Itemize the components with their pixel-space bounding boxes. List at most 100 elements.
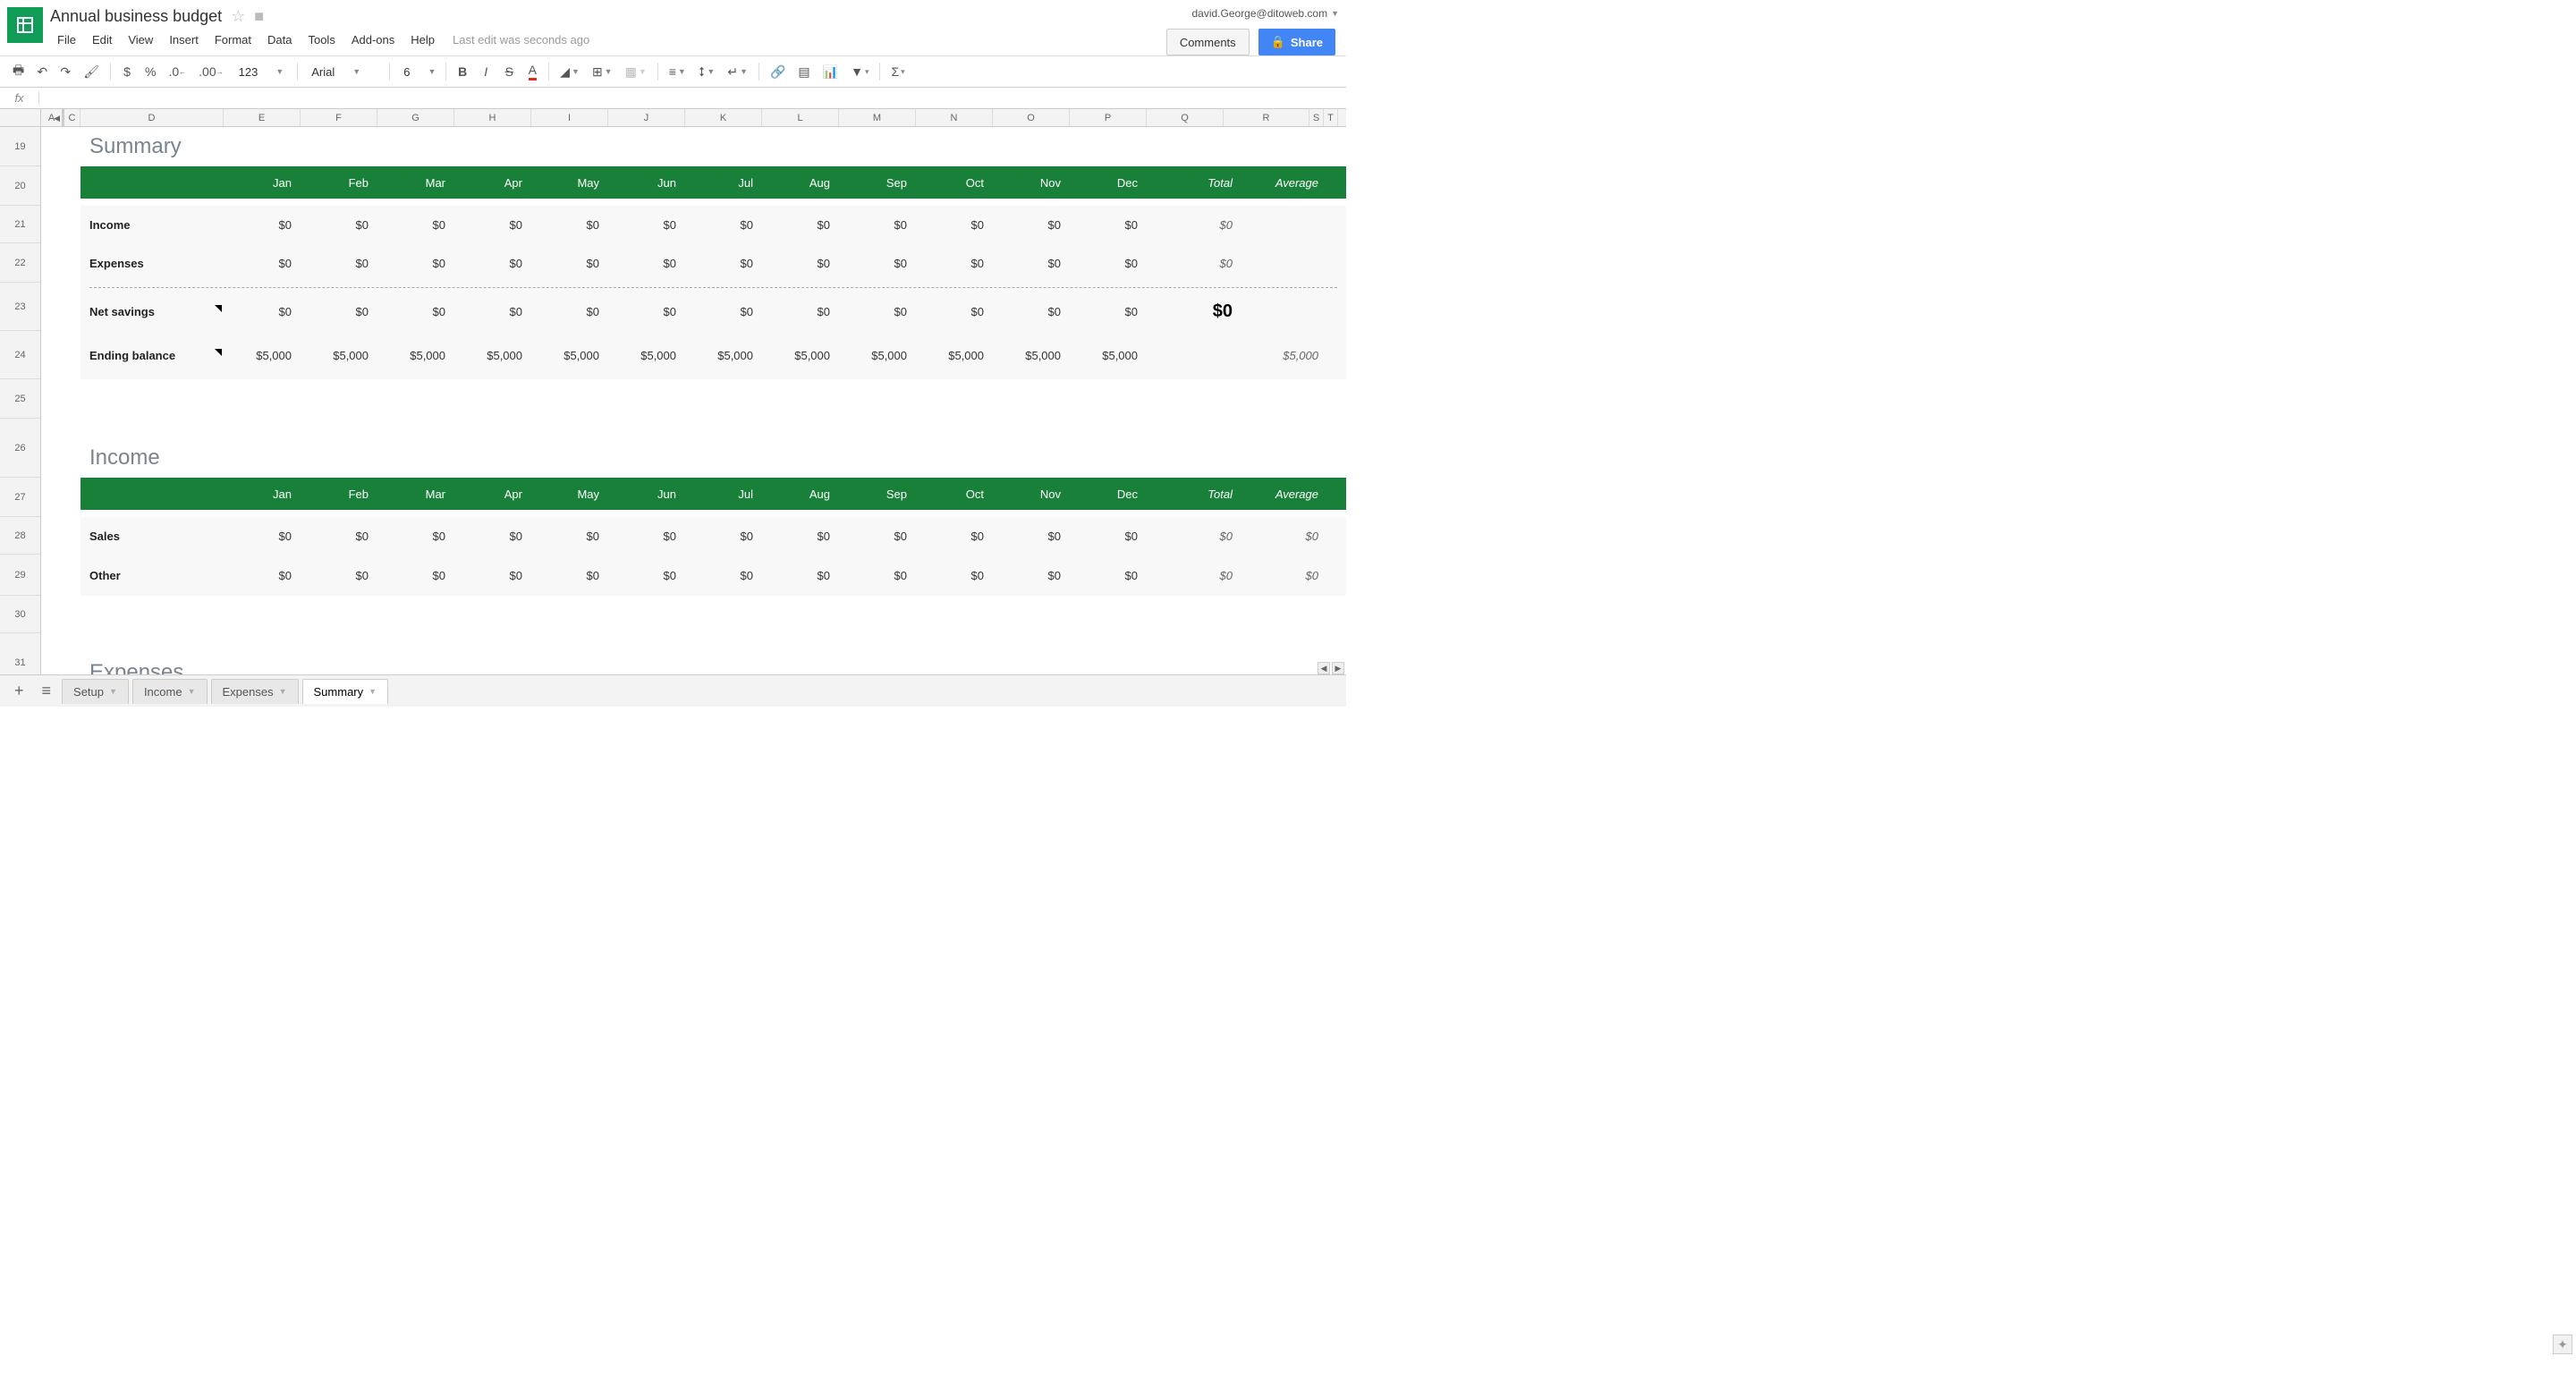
- number-format-select[interactable]: 123▼: [231, 63, 292, 81]
- average-cell[interactable]: $0: [1241, 530, 1327, 543]
- value-cell[interactable]: $0: [377, 218, 454, 232]
- redo-icon[interactable]: ↷: [55, 60, 76, 83]
- value-cell[interactable]: $0: [762, 530, 839, 543]
- caret-down-icon[interactable]: ▼: [109, 687, 117, 696]
- value-cell[interactable]: $0: [377, 257, 454, 270]
- data-row[interactable]: Expenses$0$0$0$0$0$0$0$0$0$0$0$0$0: [80, 243, 1346, 283]
- total-cell[interactable]: $0: [1147, 530, 1241, 543]
- filter-icon[interactable]: ▼▾: [845, 60, 874, 83]
- value-cell[interactable]: $0: [762, 569, 839, 582]
- value-cell[interactable]: $0: [377, 569, 454, 582]
- value-cell[interactable]: $0: [685, 218, 762, 232]
- print-icon[interactable]: 🖶: [7, 60, 30, 83]
- value-cell[interactable]: $5,000: [1070, 349, 1147, 362]
- sheet-tab-income[interactable]: Income▼: [132, 679, 208, 704]
- user-account[interactable]: david.George@ditoweb.com ▼: [1191, 7, 1339, 20]
- value-cell[interactable]: $0: [839, 305, 916, 318]
- value-cell[interactable]: $5,000: [454, 349, 531, 362]
- value-cell[interactable]: $0: [301, 530, 377, 543]
- text-color-icon[interactable]: A: [521, 60, 543, 83]
- value-cell[interactable]: $0: [608, 218, 685, 232]
- value-cell[interactable]: $0: [454, 218, 531, 232]
- row-header[interactable]: 20: [0, 166, 40, 206]
- column-header[interactable]: Q: [1147, 109, 1224, 126]
- value-cell[interactable]: $0: [608, 569, 685, 582]
- column-header[interactable]: R: [1224, 109, 1309, 126]
- borders-icon[interactable]: ⊞▼: [587, 60, 618, 83]
- document-title[interactable]: Annual business budget: [50, 7, 222, 26]
- column-header[interactable]: N: [916, 109, 993, 126]
- row-header[interactable]: 30: [0, 596, 40, 633]
- increase-decimal-icon[interactable]: .00→: [193, 60, 228, 83]
- value-cell[interactable]: $0: [454, 257, 531, 270]
- row-header[interactable]: 24: [0, 331, 40, 379]
- value-cell[interactable]: $0: [531, 530, 608, 543]
- value-cell[interactable]: $0: [608, 305, 685, 318]
- value-cell[interactable]: $0: [993, 530, 1070, 543]
- scroll-right-icon[interactable]: ▶: [1332, 662, 1344, 674]
- value-cell[interactable]: $0: [916, 218, 993, 232]
- average-cell[interactable]: $0: [1241, 569, 1327, 582]
- sheet-tab-setup[interactable]: Setup▼: [62, 679, 129, 704]
- total-cell[interactable]: $0: [1147, 257, 1241, 270]
- value-cell[interactable]: $0: [916, 257, 993, 270]
- value-cell[interactable]: $0: [993, 257, 1070, 270]
- value-cell[interactable]: $0: [685, 257, 762, 270]
- value-cell[interactable]: $0: [839, 218, 916, 232]
- star-icon[interactable]: ☆: [231, 7, 245, 26]
- data-row[interactable]: Other$0$0$0$0$0$0$0$0$0$0$0$0$0$0: [80, 555, 1346, 596]
- value-cell[interactable]: $0: [916, 530, 993, 543]
- caret-down-icon[interactable]: ▼: [188, 687, 196, 696]
- value-cell[interactable]: $5,000: [377, 349, 454, 362]
- column-header[interactable]: L: [762, 109, 839, 126]
- bold-icon[interactable]: B: [452, 60, 473, 83]
- value-cell[interactable]: $0: [1070, 569, 1147, 582]
- row-header[interactable]: 27: [0, 478, 40, 517]
- font-select[interactable]: Arial▼: [303, 63, 384, 81]
- total-cell[interactable]: $0: [1147, 301, 1241, 322]
- all-sheets-icon[interactable]: ≡: [35, 676, 59, 706]
- value-cell[interactable]: $0: [993, 218, 1070, 232]
- text-wrap-icon[interactable]: ↵▼: [722, 60, 753, 83]
- caret-down-icon[interactable]: ▼: [279, 687, 287, 696]
- column-header[interactable]: T: [1324, 109, 1338, 126]
- column-header[interactable]: J: [608, 109, 685, 126]
- fill-color-icon[interactable]: ◢▼: [555, 60, 585, 83]
- horizontal-scrollbar[interactable]: ◀ ▶: [82, 662, 1346, 674]
- italic-icon[interactable]: I: [475, 60, 496, 83]
- value-cell[interactable]: $0: [301, 257, 377, 270]
- data-row[interactable]: Net savings$0$0$0$0$0$0$0$0$0$0$0$0$0: [80, 292, 1346, 331]
- decrease-decimal-icon[interactable]: .0←: [163, 60, 191, 83]
- column-header[interactable]: G: [377, 109, 454, 126]
- column-header[interactable]: C: [64, 109, 80, 126]
- total-cell[interactable]: $0: [1147, 569, 1241, 582]
- comments-button[interactable]: Comments: [1166, 29, 1250, 55]
- fx-icon[interactable]: fx: [0, 91, 39, 105]
- column-header[interactable]: K: [685, 109, 762, 126]
- data-row[interactable]: Ending balance$5,000$5,000$5,000$5,000$5…: [80, 331, 1346, 379]
- column-header[interactable]: A◀: [41, 109, 64, 126]
- column-header[interactable]: F: [301, 109, 377, 126]
- row-header[interactable]: 29: [0, 555, 40, 596]
- insert-link-icon[interactable]: 🔗: [765, 60, 791, 83]
- value-cell[interactable]: $0: [454, 305, 531, 318]
- value-cell[interactable]: $0: [762, 305, 839, 318]
- value-cell[interactable]: $5,000: [916, 349, 993, 362]
- add-sheet-icon[interactable]: +: [7, 676, 31, 706]
- value-cell[interactable]: $0: [839, 257, 916, 270]
- value-cell[interactable]: $0: [454, 569, 531, 582]
- value-cell[interactable]: $0: [1070, 257, 1147, 270]
- horizontal-align-icon[interactable]: ≡▼: [664, 60, 691, 83]
- value-cell[interactable]: $5,000: [301, 349, 377, 362]
- vertical-align-icon[interactable]: ⭥▼: [693, 60, 720, 83]
- row-header[interactable]: 31: [0, 633, 40, 674]
- value-cell[interactable]: $0: [1070, 530, 1147, 543]
- value-cell[interactable]: $5,000: [685, 349, 762, 362]
- row-header[interactable]: 26: [0, 419, 40, 478]
- column-header[interactable]: E: [224, 109, 301, 126]
- value-cell[interactable]: $0: [993, 569, 1070, 582]
- insert-comment-icon[interactable]: ▤: [792, 60, 815, 83]
- value-cell[interactable]: $0: [762, 257, 839, 270]
- column-header[interactable]: I: [531, 109, 608, 126]
- formula-input[interactable]: [39, 91, 1346, 105]
